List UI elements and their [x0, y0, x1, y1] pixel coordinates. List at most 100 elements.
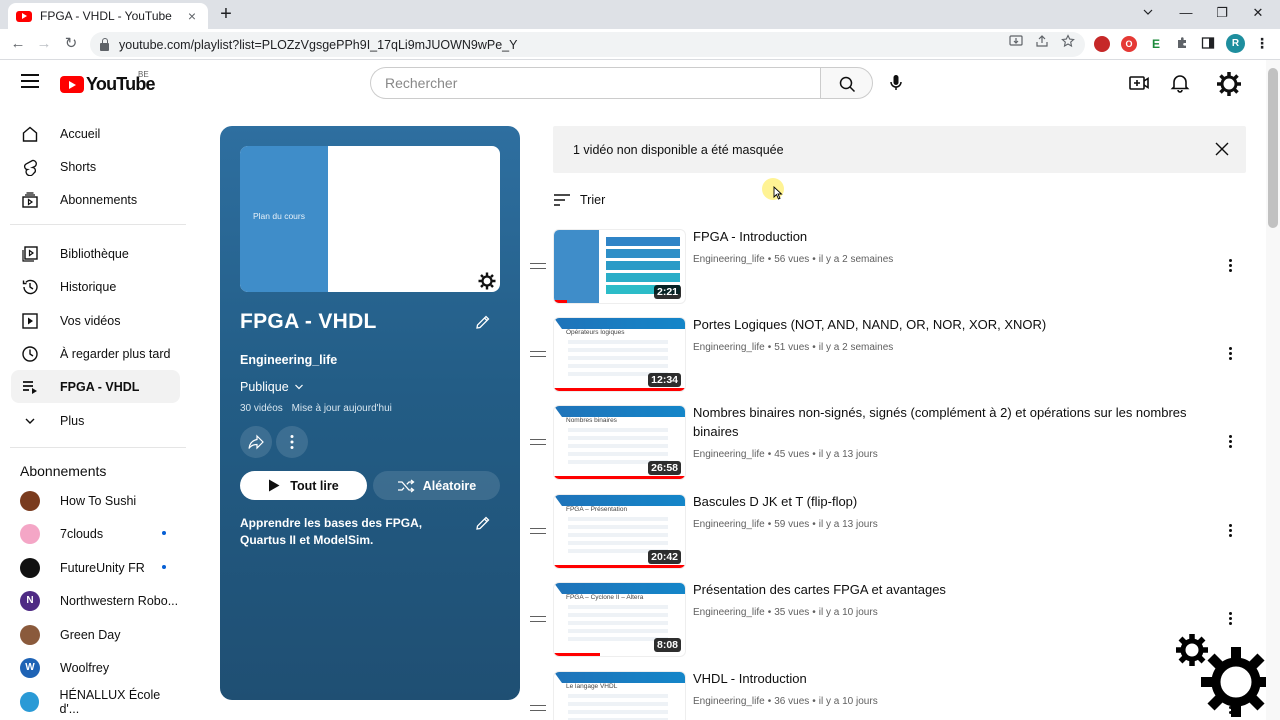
- account-gear-icon[interactable]: [1215, 70, 1243, 98]
- sort-button[interactable]: Trier: [553, 193, 605, 207]
- playlist-video-row[interactable]: Le langage VHDL VHDL - Introduction Engine…: [528, 671, 1248, 720]
- meta-separator: •: [812, 342, 816, 353]
- guide-item-playlist-fpga-vhdl[interactable]: FPGA - VHDL: [11, 370, 180, 403]
- playlist-stats: 30 vidéos Mise à jour aujourd'hui: [240, 403, 398, 414]
- play-all-button[interactable]: Tout lire: [240, 471, 367, 500]
- browser-menu-icon[interactable]: ⋮: [1254, 36, 1270, 52]
- video-metadata: Engineering_life • 59 vues • il y a 13 jours: [693, 519, 881, 530]
- close-icon[interactable]: [1215, 142, 1229, 156]
- subscription-item[interactable]: FutureUnity FR: [11, 551, 180, 584]
- playlist-video-row[interactable]: FPGA – Cyclone II – Altera 8:08 Présentati…: [528, 582, 1248, 660]
- video-views: 59 vues: [774, 519, 810, 530]
- guide-item-library[interactable]: Bibliothèque: [11, 237, 180, 270]
- profile-avatar[interactable]: R: [1226, 34, 1245, 53]
- subscription-name: Northwestern Robo...: [60, 593, 179, 608]
- shuffle-button[interactable]: Aléatoire: [373, 471, 500, 500]
- video-channel[interactable]: Engineering_life: [693, 254, 765, 265]
- search-button[interactable]: [820, 67, 873, 99]
- drag-handle-icon[interactable]: [530, 528, 546, 534]
- subscription-item[interactable]: Green Day: [11, 618, 180, 651]
- forward-button[interactable]: →: [34, 34, 54, 54]
- bookmark-star-icon[interactable]: [1060, 34, 1076, 52]
- subscription-item[interactable]: 7clouds: [11, 517, 180, 550]
- video-channel[interactable]: Engineering_life: [693, 519, 765, 530]
- subscription-item[interactable]: HÉNALLUX École d'...: [11, 685, 180, 718]
- scrollbar-thumb[interactable]: [1268, 68, 1278, 228]
- tab-close-icon[interactable]: ×: [184, 8, 200, 24]
- thumbnail-left-panel: Plan du cours: [240, 146, 328, 292]
- privacy-dropdown[interactable]: Publique: [240, 380, 304, 394]
- video-thumbnail[interactable]: FPGA – Présentation 20:42: [553, 494, 686, 569]
- opera-extension-icon[interactable]: O: [1121, 36, 1137, 52]
- more-vertical-icon[interactable]: [1225, 612, 1235, 626]
- more-vertical-icon[interactable]: [1225, 259, 1235, 273]
- playlist-video-row[interactable]: Opérateurs logiques 12:34 Portes Logiques …: [528, 317, 1248, 395]
- back-button[interactable]: ←: [8, 34, 28, 54]
- more-actions-button[interactable]: [276, 426, 308, 458]
- playlist-video-row[interactable]: 2:21 FPGA - Introduction Engineering_life •…: [528, 229, 1248, 307]
- drag-handle-icon[interactable]: [530, 616, 546, 622]
- guide-item-home[interactable]: Accueil: [11, 117, 180, 150]
- playlist-thumbnail[interactable]: Plan du cours Introduction Opérateurs lo…: [240, 146, 500, 292]
- share-icon[interactable]: [1034, 34, 1050, 52]
- extension-icon[interactable]: [1094, 36, 1110, 52]
- window-close-button[interactable]: ✕: [1248, 2, 1268, 24]
- subscription-item[interactable]: How To Sushi: [11, 484, 180, 517]
- voice-search-button[interactable]: [880, 67, 912, 99]
- video-title[interactable]: Bascules D JK et T (flip-flop): [693, 492, 1223, 511]
- window-minimize-button[interactable]: —: [1176, 2, 1196, 24]
- video-channel[interactable]: Engineering_life: [693, 449, 765, 460]
- video-title[interactable]: Portes Logiques (NOT, AND, NAND, OR, NOR…: [693, 315, 1223, 334]
- guide-menu-icon[interactable]: [21, 74, 39, 88]
- browser-tab[interactable]: FPGA - VHDL - YouTube ×: [8, 3, 208, 29]
- subscription-item[interactable]: W Woolfrey: [11, 651, 180, 684]
- more-vertical-icon[interactable]: [1225, 524, 1235, 538]
- guide-item-subscriptions[interactable]: Abonnements: [11, 183, 180, 216]
- window-maximize-button[interactable]: ❐: [1212, 2, 1232, 24]
- drag-handle-icon[interactable]: [530, 705, 546, 711]
- video-title[interactable]: Présentation des cartes FPGA et avantage…: [693, 580, 1223, 599]
- video-thumbnail[interactable]: Le langage VHDL: [553, 671, 686, 720]
- create-video-icon[interactable]: [1128, 72, 1150, 94]
- more-vertical-icon[interactable]: [1225, 347, 1235, 361]
- video-duration: 2:21: [653, 285, 681, 299]
- search-input[interactable]: Rechercher: [370, 67, 821, 99]
- subscription-item[interactable]: N Northwestern Robo...: [11, 584, 180, 617]
- video-title[interactable]: Nombres binaires non-signés, signés (com…: [693, 403, 1223, 441]
- playlist-owner[interactable]: Engineering_life: [240, 353, 337, 367]
- video-thumbnail[interactable]: FPGA – Cyclone II – Altera 8:08: [553, 582, 686, 657]
- guide-item-more[interactable]: Plus: [11, 404, 180, 437]
- share-button[interactable]: [240, 426, 272, 458]
- more-vertical-icon[interactable]: [1225, 435, 1235, 449]
- notifications-bell-icon[interactable]: [1169, 72, 1191, 94]
- guide-item-shorts[interactable]: Shorts: [11, 150, 180, 183]
- video-thumbnail[interactable]: Nombres binaires 26:58: [553, 405, 686, 480]
- address-bar[interactable]: youtube.com/playlist?list=PLOZzVgsgePPh9…: [90, 32, 1085, 57]
- guide-item-history[interactable]: Historique: [11, 270, 180, 303]
- video-title[interactable]: VHDL - Introduction: [693, 669, 1223, 688]
- edit-description-pencil-icon[interactable]: [474, 514, 492, 532]
- reload-button[interactable]: ↻: [61, 34, 81, 54]
- minimize-button[interactable]: [1138, 2, 1158, 24]
- playlist-video-row[interactable]: FPGA – Présentation 20:42 Bascules D JK et…: [528, 494, 1248, 572]
- guide-item-your-videos[interactable]: Vos vidéos: [11, 304, 180, 337]
- guide-item-watch-later[interactable]: À regarder plus tard: [11, 337, 180, 370]
- puzzle-extensions-icon[interactable]: [1174, 36, 1190, 52]
- video-channel[interactable]: Engineering_life: [693, 607, 765, 618]
- meta-separator: •: [812, 254, 816, 265]
- install-app-icon[interactable]: [1008, 34, 1024, 52]
- playlist-video-row[interactable]: Nombres binaires 26:58 Nombres binaires no…: [528, 405, 1248, 483]
- video-thumbnail[interactable]: 2:21: [553, 229, 686, 304]
- video-channel[interactable]: Engineering_life: [693, 696, 765, 707]
- video-thumbnail[interactable]: Opérateurs logiques 12:34: [553, 317, 686, 392]
- drag-handle-icon[interactable]: [530, 351, 546, 357]
- thumbnail-left-label: Plan du cours: [253, 211, 305, 221]
- edit-title-pencil-icon[interactable]: [474, 313, 492, 331]
- video-title[interactable]: FPGA - Introduction: [693, 227, 1223, 246]
- video-channel[interactable]: Engineering_life: [693, 342, 765, 353]
- evernote-extension-icon[interactable]: E: [1148, 36, 1164, 52]
- drag-handle-icon[interactable]: [530, 263, 546, 269]
- new-tab-button[interactable]: +: [216, 3, 236, 25]
- side-panel-icon[interactable]: [1200, 36, 1216, 52]
- drag-handle-icon[interactable]: [530, 439, 546, 445]
